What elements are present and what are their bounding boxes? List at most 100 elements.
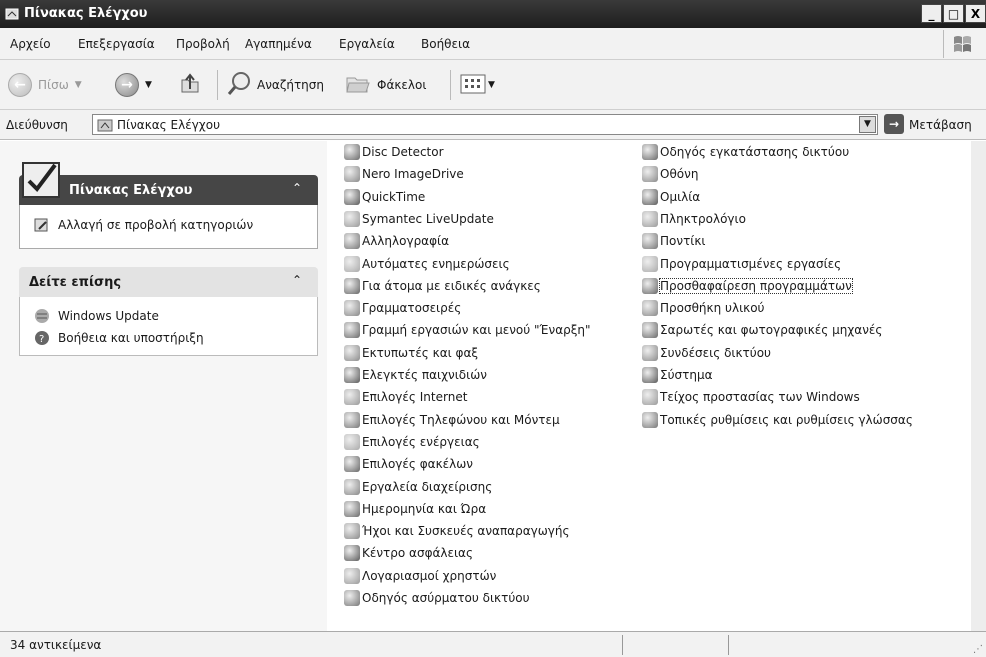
control-panel-item[interactable]: Επιλογές Τηλεφώνου και Μόντεμ <box>344 409 560 431</box>
control-panel-item[interactable]: Προγραμματισμένες εργασίες <box>642 253 841 275</box>
control-panel-item[interactable]: Προσθαφαίρεση προγραμμάτων <box>642 275 853 297</box>
maximize-button[interactable]: □ <box>943 4 964 23</box>
item-icon <box>642 367 658 383</box>
item-icon <box>344 500 360 517</box>
address-value: Πίνακας Ελέγχου <box>117 118 221 132</box>
switch-category-view-link[interactable]: Αλλαγή σε προβολή κατηγοριών <box>34 217 253 233</box>
folders-label: Φάκελοι <box>377 78 427 92</box>
menu-favorites[interactable]: Αγαπημένα <box>245 37 312 51</box>
item-label: Γραμματοσειρές <box>362 301 462 316</box>
item-label: Κέντρο ασφάλειας <box>362 546 473 561</box>
item-label: Nero ImageDrive <box>362 167 464 182</box>
help-icon: ? <box>34 330 50 346</box>
control-panel-item[interactable]: Ήχοι και Συσκευές αναπαραγωγής <box>344 520 570 542</box>
menu-view[interactable]: Προβολή <box>176 37 230 51</box>
control-panel-item[interactable]: Πληκτρολόγιο <box>642 208 746 230</box>
control-panel-heading: Πίνακας Ελέγχου <box>69 183 193 198</box>
collapse-chevron-icon[interactable]: ⌃ <box>292 273 302 287</box>
control-panel-item[interactable]: Αυτόματες ενημερώσεις <box>344 253 510 275</box>
control-panel-item[interactable]: Επιλογές Internet <box>344 386 467 408</box>
control-panel-item[interactable]: Επιλογές ενέργειας <box>344 431 480 453</box>
see-also-box: Δείτε επίσης ⌃ Windows Update ? Βοήθεια … <box>19 267 318 356</box>
help-support-label: Βοήθεια και υποστήριξη <box>58 331 204 345</box>
item-icon <box>344 367 360 383</box>
control-panel-item[interactable]: Σύστημα <box>642 364 713 386</box>
item-icon <box>344 188 360 205</box>
control-panel-item[interactable]: Τοπικές ρυθμίσεις και ρυθμίσεις γλώσσας <box>642 409 913 431</box>
address-dropdown-icon[interactable]: ▼ <box>859 116 876 133</box>
switch-view-icon <box>34 217 50 233</box>
control-panel-item[interactable]: Γραμματοσειρές <box>344 297 461 319</box>
search-icon <box>226 71 252 100</box>
control-panel-item[interactable]: Σαρωτές και φωτογραφικές μηχανές <box>642 319 882 341</box>
views-dropdown-icon: ▼ <box>488 80 495 90</box>
control-panel-item[interactable]: Συνδέσεις δικτύου <box>642 342 771 364</box>
item-icon <box>344 523 360 540</box>
control-panel-item[interactable]: Επιλογές φακέλων <box>344 453 473 475</box>
control-panel-item[interactable]: Οθόνη <box>642 163 698 185</box>
control-panel-item[interactable]: Οδηγός ασύρματου δικτύου <box>344 587 530 609</box>
item-icon <box>344 344 360 361</box>
item-icon <box>344 144 360 160</box>
item-label: Επιλογές ενέργειας <box>362 434 480 449</box>
back-button[interactable]: ← Πίσω ▼ <box>8 60 82 110</box>
help-support-link[interactable]: ? Βοήθεια και υποστήριξη <box>34 330 204 346</box>
control-panel-item[interactable]: Γραμμή εργασιών και μενού "Έναρξη" <box>344 319 591 341</box>
item-icon <box>344 233 360 250</box>
forward-button[interactable]: → ▼ <box>115 60 152 110</box>
see-also-header[interactable]: Δείτε επίσης ⌃ <box>19 267 318 297</box>
up-folder-icon <box>178 72 202 99</box>
scrollbar[interactable] <box>971 141 986 631</box>
control-panel-item[interactable]: Τείχος προστασίας των Windows <box>642 386 860 408</box>
menu-help[interactable]: Βοήθεια <box>421 37 470 51</box>
control-panel-item[interactable]: Προσθήκη υλικού <box>642 297 765 319</box>
item-icon <box>344 411 360 428</box>
item-icon <box>344 210 360 227</box>
item-icon <box>642 389 658 406</box>
item-label: Εργαλεία διαχείρισης <box>362 479 493 494</box>
windows-update-link[interactable]: Windows Update <box>34 308 159 324</box>
item-label: Επιλογές Internet <box>362 390 468 405</box>
control-panel-item[interactable]: Εργαλεία διαχείρισης <box>344 476 492 498</box>
control-panel-item[interactable]: Λογαριασμοί χρηστών <box>344 565 496 587</box>
forward-dropdown-icon[interactable]: ▼ <box>145 80 152 90</box>
views-button[interactable]: ▼ <box>459 60 495 110</box>
item-icon <box>642 255 658 272</box>
go-arrow-icon[interactable]: → <box>884 114 904 134</box>
item-label: Οθόνη <box>660 167 699 182</box>
control-panel-item[interactable]: Ημερομηνία και Ώρα <box>344 498 486 520</box>
control-panel-item[interactable]: Οδηγός εγκατάστασης δικτύου <box>642 141 849 163</box>
folders-button[interactable]: Φάκελοι <box>345 60 426 110</box>
windows-update-label: Windows Update <box>58 309 159 323</box>
back-dropdown-icon[interactable]: ▼ <box>75 80 82 90</box>
search-button[interactable]: Αναζήτηση <box>226 60 324 110</box>
title-bar: Πίνακας Ελέγχου _ □ X <box>0 0 986 28</box>
control-panel-item[interactable]: Αλληλογραφία <box>344 230 449 252</box>
menu-file[interactable]: Αρχείο <box>10 37 51 51</box>
control-panel-item[interactable]: Ομιλία <box>642 186 700 208</box>
collapse-chevron-icon[interactable]: ⌃ <box>292 181 302 195</box>
close-button[interactable]: X <box>965 4 986 23</box>
control-panel-item[interactable]: Εκτυπωτές και φαξ <box>344 342 478 364</box>
go-button[interactable]: Μετάβαση <box>909 118 972 132</box>
menu-tools[interactable]: Εργαλεία <box>339 37 395 51</box>
control-panel-item[interactable]: Ποντίκι <box>642 230 706 252</box>
control-panel-item[interactable]: Symantec LiveUpdate <box>344 208 494 230</box>
back-label: Πίσω <box>38 78 69 92</box>
control-panel-item[interactable]: Για άτομα με ειδικές ανάγκες <box>344 275 541 297</box>
minimize-button[interactable]: _ <box>921 4 942 23</box>
control-panel-icon <box>5 7 19 21</box>
item-icon <box>642 300 658 317</box>
control-panel-item[interactable]: Nero ImageDrive <box>344 163 464 185</box>
item-label: Ημερομηνία και Ώρα <box>362 501 487 516</box>
control-panel-item[interactable]: Disc Detector <box>344 141 444 163</box>
item-label: Ποντίκι <box>660 234 706 249</box>
control-panel-item[interactable]: Ελεγκτές παιχνιδιών <box>344 364 487 386</box>
menu-edit[interactable]: Επεξεργασία <box>78 37 155 51</box>
control-panel-item[interactable]: Κέντρο ασφάλειας <box>344 542 473 564</box>
address-input[interactable]: Πίνακας Ελέγχου ▼ <box>92 114 878 135</box>
item-icon <box>642 322 658 339</box>
control-panel-item[interactable]: QuickTime <box>344 186 425 208</box>
up-folder-button[interactable] <box>178 60 202 110</box>
resize-grip-icon[interactable]: ⋰ <box>973 644 983 655</box>
